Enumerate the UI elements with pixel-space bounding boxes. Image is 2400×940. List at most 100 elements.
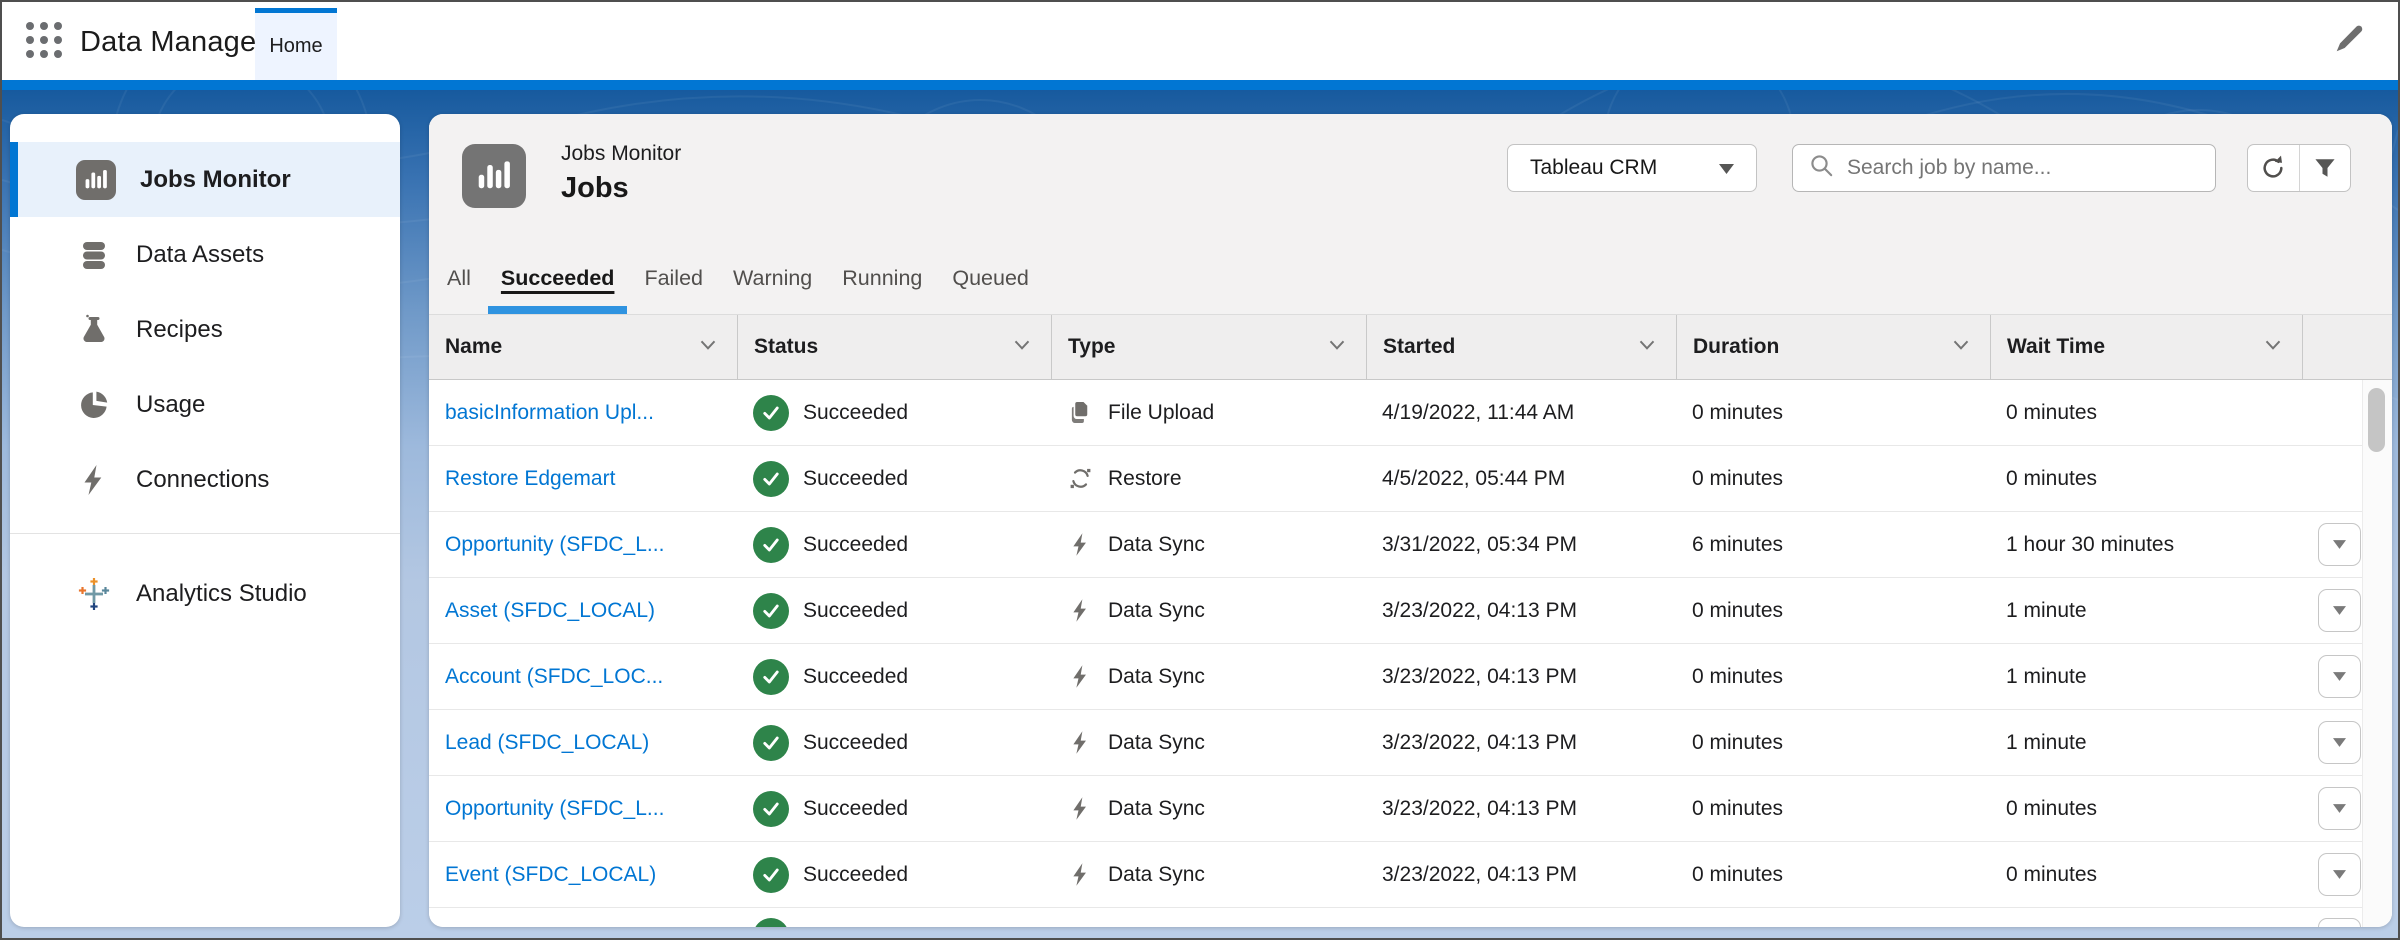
table-row: Restore EdgemartSucceededRestore4/5/2022… bbox=[429, 446, 2362, 512]
column-header-label: Type bbox=[1068, 335, 1115, 359]
workspace-background: Jobs MonitorData AssetsRecipesUsageConne… bbox=[2, 90, 2398, 938]
toolbar-button-group bbox=[2247, 144, 2351, 192]
sidebar-item-connections[interactable]: Connections bbox=[10, 442, 400, 517]
job-duration-cell bbox=[1676, 908, 1990, 918]
tab-all[interactable]: All bbox=[445, 242, 486, 314]
job-status-cell bbox=[737, 908, 1051, 927]
row-actions-button[interactable] bbox=[2318, 655, 2361, 698]
status-tabs: AllSucceededFailedWarningRunningQueued bbox=[445, 242, 1044, 314]
tab-home-label: Home bbox=[269, 35, 322, 58]
tab-queued[interactable]: Queued bbox=[937, 242, 1044, 314]
column-header-label: Wait Time bbox=[2007, 335, 2105, 359]
row-actions-button[interactable] bbox=[2318, 853, 2361, 896]
filter-button[interactable] bbox=[2299, 145, 2351, 191]
chevron-down-icon[interactable] bbox=[2260, 331, 2286, 363]
job-type-cell: Data Sync bbox=[1051, 597, 1366, 624]
chevron-down-icon[interactable] bbox=[1948, 331, 1974, 363]
column-header-status[interactable]: Status bbox=[737, 315, 1051, 379]
row-actions-button[interactable] bbox=[2318, 721, 2361, 764]
column-header-label: Started bbox=[1383, 335, 1455, 359]
panel-eyebrow: Jobs Monitor bbox=[561, 142, 681, 166]
app-launcher-icon[interactable] bbox=[26, 22, 66, 62]
search-icon bbox=[1807, 151, 1837, 186]
job-type-label: Data Sync bbox=[1108, 533, 1205, 557]
job-type-label: Data Sync bbox=[1108, 665, 1205, 689]
table-row: Opportunity (SFDC_L... Succeeded Data Sync… bbox=[429, 512, 2362, 578]
triangle-down-icon bbox=[2333, 537, 2346, 552]
jobs-monitor-icon bbox=[462, 144, 526, 208]
sidebar-item-usage[interactable]: Usage bbox=[10, 367, 400, 442]
flask-icon bbox=[76, 312, 112, 348]
job-wait-cell: 0 minutes bbox=[1990, 797, 2302, 821]
column-header-name[interactable]: Name bbox=[429, 315, 737, 379]
job-name-link[interactable]: Event (SFDC_LOCAL) bbox=[445, 863, 656, 887]
restore-icon bbox=[1067, 465, 1094, 492]
status-badge: Succeeded bbox=[803, 731, 908, 755]
job-name-link[interactable]: Restore Edgemart bbox=[445, 467, 615, 491]
search-input[interactable] bbox=[1845, 155, 2201, 181]
job-wait-cell bbox=[1990, 908, 2302, 918]
job-wait-cell: 1 hour 30 minutes bbox=[1990, 533, 2302, 557]
vertical-scrollbar[interactable] bbox=[2362, 380, 2392, 927]
column-header-wait-time[interactable]: Wait Time bbox=[1990, 315, 2302, 379]
job-name-link[interactable]: Account (SFDC_LOC... bbox=[445, 665, 663, 689]
chevron-down-icon[interactable] bbox=[695, 331, 721, 363]
database-icon bbox=[76, 237, 112, 273]
row-actions-button[interactable] bbox=[2318, 787, 2361, 830]
job-type-cell: Data Sync bbox=[1051, 861, 1366, 888]
chevron-down-icon[interactable] bbox=[1324, 331, 1350, 363]
job-name-link[interactable]: Asset (SFDC_LOCAL) bbox=[445, 599, 655, 623]
tab-warning[interactable]: Warning bbox=[718, 242, 827, 314]
column-header-type[interactable]: Type bbox=[1051, 315, 1366, 379]
column-header-started[interactable]: Started bbox=[1366, 315, 1676, 379]
job-started-cell: 4/19/2022, 11:44 AM bbox=[1366, 401, 1676, 425]
job-started-cell: 3/31/2022, 05:34 PM bbox=[1366, 533, 1676, 557]
job-status-cell: Succeeded bbox=[737, 395, 1051, 431]
job-status-cell: Succeeded bbox=[737, 725, 1051, 761]
job-name-link[interactable]: Opportunity (SFDC_L... bbox=[445, 533, 664, 557]
job-type-label: Restore bbox=[1108, 467, 1182, 491]
sidebar-item-label: Recipes bbox=[136, 316, 223, 344]
job-name-cell: Opportunity (SFDC_L... bbox=[429, 797, 737, 821]
job-status-cell: Succeeded bbox=[737, 527, 1051, 563]
global-header: Data Manager Home bbox=[2, 2, 2398, 80]
job-type-label: Data Sync bbox=[1108, 599, 1205, 623]
status-badge: Succeeded bbox=[803, 401, 908, 425]
sidebar-item-recipes[interactable]: Recipes bbox=[10, 292, 400, 367]
job-name-link[interactable]: basicInformation Upl... bbox=[445, 401, 654, 425]
column-header-duration[interactable]: Duration bbox=[1676, 315, 1990, 379]
sidebar-footer-nav: Analytics Studio bbox=[10, 556, 400, 631]
triangle-down-icon bbox=[2333, 735, 2346, 750]
job-duration-cell: 6 minutes bbox=[1676, 533, 1990, 557]
panel-header: Jobs Monitor Jobs Tableau CRM bbox=[429, 114, 2392, 314]
sidebar-item-jobs-monitor[interactable]: Jobs Monitor bbox=[10, 142, 400, 217]
tab-home[interactable]: Home bbox=[255, 8, 337, 80]
tab-succeeded[interactable]: Succeeded bbox=[486, 242, 630, 314]
success-check-icon bbox=[753, 527, 789, 563]
chevron-down-icon[interactable] bbox=[1634, 331, 1660, 363]
sidebar-item-analytics-studio[interactable]: Analytics Studio bbox=[10, 556, 400, 631]
job-name-link[interactable]: Opportunity (SFDC_L... bbox=[445, 797, 664, 821]
success-check-icon bbox=[753, 857, 789, 893]
job-status-cell: Succeeded bbox=[737, 461, 1051, 497]
sidebar-item-data-assets[interactable]: Data Assets bbox=[10, 217, 400, 292]
success-check-icon bbox=[753, 593, 789, 629]
app-selector-dropdown[interactable]: Tableau CRM bbox=[1507, 144, 1757, 192]
data-sync-icon bbox=[1067, 531, 1094, 558]
job-name-link[interactable]: Lead (SFDC_LOCAL) bbox=[445, 731, 649, 755]
scrollbar-thumb[interactable] bbox=[2368, 388, 2385, 452]
row-actions-button[interactable] bbox=[2318, 918, 2361, 927]
tab-running[interactable]: Running bbox=[827, 242, 937, 314]
chevron-down-icon[interactable] bbox=[1009, 331, 1035, 363]
row-actions-button[interactable] bbox=[2318, 589, 2361, 632]
tab-failed[interactable]: Failed bbox=[629, 242, 718, 314]
job-type-cell bbox=[1051, 908, 1366, 918]
row-actions-button[interactable] bbox=[2318, 523, 2361, 566]
job-started-cell: 3/23/2022, 04:13 PM bbox=[1366, 797, 1676, 821]
job-wait-cell: 1 minute bbox=[1990, 599, 2302, 623]
data-sync-icon bbox=[1067, 729, 1094, 756]
refresh-button[interactable] bbox=[2248, 145, 2299, 191]
job-actions-cell bbox=[2302, 655, 2361, 698]
edit-pencil-icon[interactable] bbox=[2332, 22, 2366, 56]
status-badge: Succeeded bbox=[803, 467, 908, 491]
